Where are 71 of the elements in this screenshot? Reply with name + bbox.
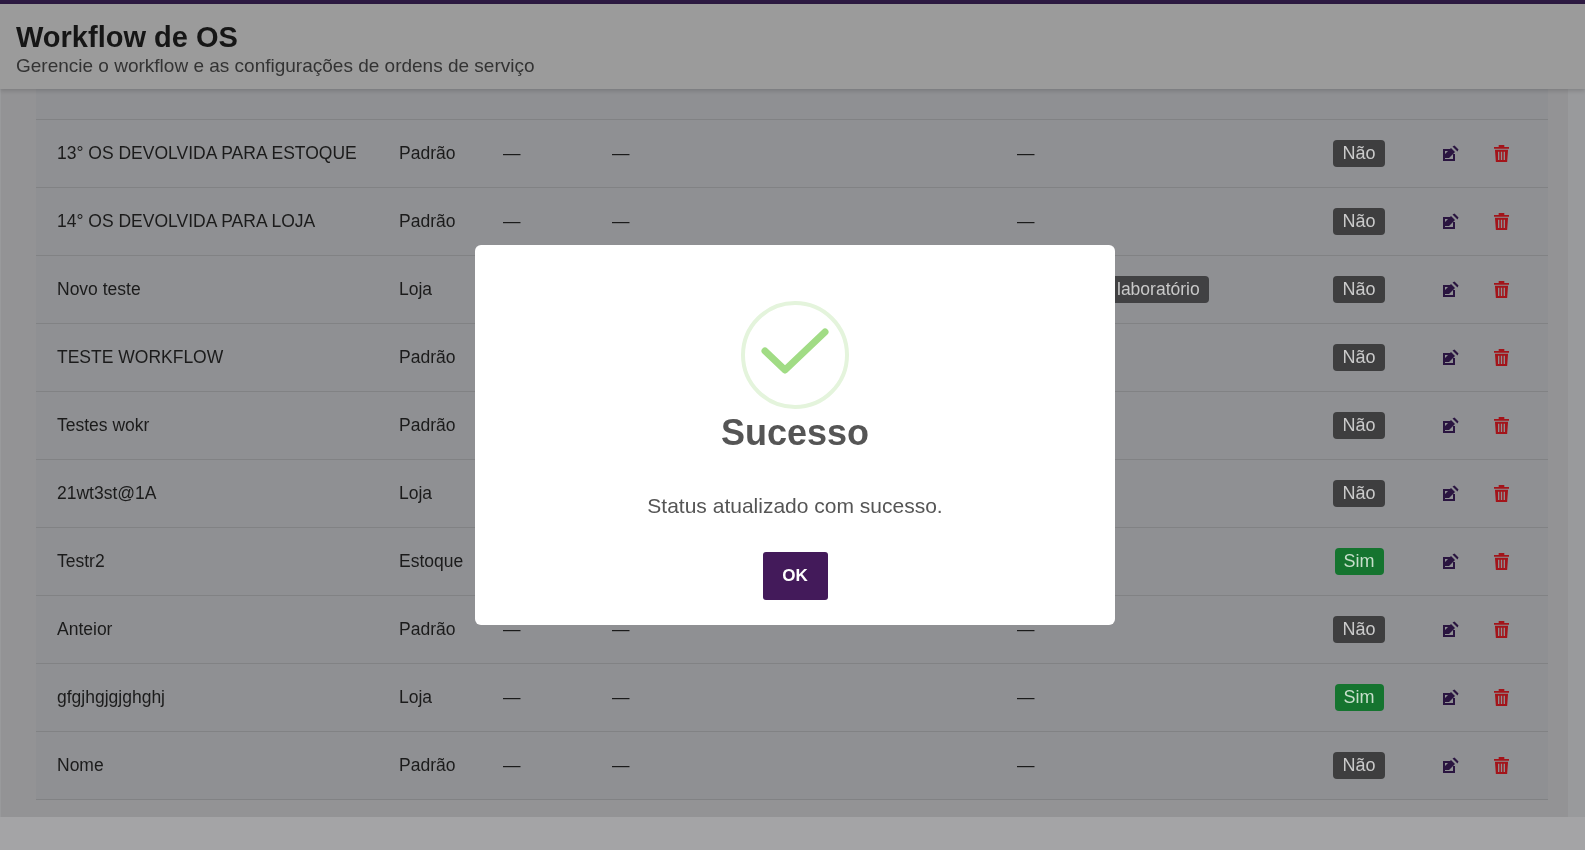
edit-icon[interactable]: [1441, 348, 1459, 367]
edit-icon[interactable]: [1441, 552, 1459, 571]
status-badge: Não: [1333, 344, 1385, 371]
status-badge: Sim: [1334, 684, 1384, 711]
trash-icon[interactable]: [1494, 621, 1509, 638]
edit-icon[interactable]: [1441, 212, 1459, 231]
page-title: Workflow de OS: [16, 20, 238, 54]
table-cell: Estoque: [399, 551, 464, 572]
table-cell: —: [1017, 687, 1035, 708]
table-cell: —: [1017, 211, 1035, 232]
edit-icon[interactable]: [1441, 688, 1459, 707]
table-cell: Testes wokr: [57, 415, 150, 436]
table-cell: —: [612, 755, 630, 776]
table-cell: —: [1017, 619, 1035, 640]
table-cell: —: [612, 619, 630, 640]
table-cell: 14° OS DEVOLVIDA PARA LOJA: [57, 211, 316, 232]
trash-icon[interactable]: [1494, 281, 1509, 298]
table-cell: —: [503, 211, 521, 232]
ok-button[interactable]: OK: [762, 552, 828, 600]
table-cell: Testr2: [57, 551, 105, 572]
status-badge: Não: [1333, 412, 1385, 439]
status-badge: Não: [1333, 480, 1385, 507]
table-cell: —: [503, 687, 521, 708]
table-cell: —: [503, 619, 521, 640]
edit-icon[interactable]: [1441, 144, 1459, 163]
table-cell: 13° OS DEVOLVIDA PARA ESTOQUE: [57, 143, 357, 164]
table-cell: Padrão: [399, 755, 456, 776]
table-cell: —: [503, 143, 521, 164]
table-cell: Padrão: [399, 143, 456, 164]
table-cell: —: [612, 211, 630, 232]
check-icon: [740, 300, 850, 410]
table-cell: Novo teste: [57, 279, 141, 300]
status-badge: Não: [1333, 140, 1385, 167]
table-cell: Padrão: [399, 619, 456, 640]
table-cell: Padrão: [399, 211, 456, 232]
table-cell: —: [503, 755, 521, 776]
edit-icon[interactable]: [1441, 280, 1459, 299]
trash-icon[interactable]: [1494, 145, 1509, 162]
table-cell: TESTE WORKFLOW: [57, 347, 224, 368]
table-cell: Padrão: [399, 347, 456, 368]
trash-icon[interactable]: [1494, 417, 1509, 434]
table-cell: Anteior: [57, 619, 113, 640]
edit-icon[interactable]: [1441, 484, 1459, 503]
edit-icon[interactable]: [1441, 416, 1459, 435]
table-cell: —: [1017, 755, 1035, 776]
trash-icon[interactable]: [1494, 689, 1509, 706]
edit-icon[interactable]: [1441, 620, 1459, 639]
table-cell: —: [1017, 143, 1035, 164]
page-subtitle: Gerencie o workflow e as configurações de ordens de serviço: [16, 54, 536, 78]
table-cell: Loja: [399, 687, 433, 708]
trash-icon[interactable]: [1494, 349, 1509, 366]
table-cell: Loja: [399, 279, 433, 300]
edit-icon[interactable]: [1441, 756, 1459, 775]
table-cell: gfgjhgjgjghghj: [57, 687, 165, 708]
table-cell: Nome: [57, 755, 104, 776]
trash-icon[interactable]: [1494, 485, 1509, 502]
table-cell: 21wt3st@1A: [57, 483, 157, 504]
status-badge: Não: [1333, 616, 1385, 643]
dialog-title: Sucesso: [720, 412, 870, 454]
trash-icon[interactable]: [1494, 757, 1509, 774]
table-cell: —: [612, 687, 630, 708]
status-badge: Sim: [1334, 548, 1384, 575]
dialog-message: Status atualizado com sucesso.: [647, 494, 943, 518]
trash-icon[interactable]: [1494, 213, 1509, 230]
status-badge: Não: [1333, 276, 1385, 303]
table-cell: Padrão: [399, 415, 456, 436]
table-cell: —: [612, 143, 630, 164]
table-cell: Loja: [399, 483, 433, 504]
status-badge: Não: [1333, 208, 1385, 235]
trash-icon[interactable]: [1494, 553, 1509, 570]
status-badge: Não: [1333, 752, 1385, 779]
